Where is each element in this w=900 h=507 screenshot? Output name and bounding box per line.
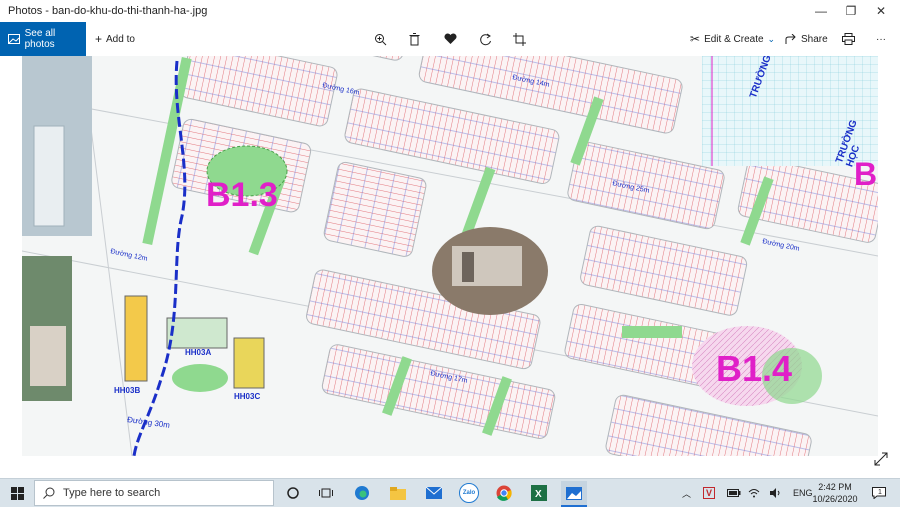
- photo-icon: [8, 34, 20, 44]
- svg-text:X: X: [535, 489, 542, 500]
- maximize-button[interactable]: ❐: [836, 0, 866, 22]
- add-to-label: Add to: [106, 33, 135, 45]
- clock[interactable]: 2:42 PM 10/26/2020: [810, 481, 860, 505]
- taskbar-search[interactable]: Type here to search: [34, 480, 274, 506]
- chevron-up-icon: ︿: [682, 488, 692, 499]
- task-view-button[interactable]: [313, 481, 339, 505]
- block-label-b14: B1.4: [716, 348, 793, 389]
- delete-button[interactable]: [409, 22, 420, 56]
- add-to-button[interactable]: + Add to: [95, 22, 135, 56]
- close-button[interactable]: ✕: [866, 0, 896, 22]
- mail-icon: [426, 487, 442, 499]
- rotate-button[interactable]: [479, 22, 492, 56]
- edge-icon: [355, 486, 369, 500]
- share-icon: [785, 33, 796, 44]
- zoom-button[interactable]: [374, 22, 387, 56]
- cortana-button[interactable]: [280, 481, 306, 505]
- edit-create-label: Edit & Create: [704, 33, 764, 45]
- more-icon: ···: [876, 33, 886, 45]
- battery-icon: [727, 489, 741, 497]
- action-center-button[interactable]: 1: [872, 479, 886, 507]
- taskbar-mail[interactable]: [421, 481, 447, 505]
- chevron-down-icon: ⌄: [767, 33, 776, 44]
- building-label-hh03c: HH03C: [234, 392, 261, 401]
- clock-time: 2:42 PM: [818, 482, 852, 492]
- task-view-icon: [319, 488, 333, 498]
- map-graphic: [22, 56, 878, 456]
- rotate-icon: [480, 33, 491, 45]
- window-title: Photos - ban-do-khu-do-thi-thanh-ha-.jpg: [8, 5, 208, 17]
- tray-antivirus[interactable]: V: [703, 479, 716, 507]
- trash-icon: [409, 32, 420, 45]
- share-button[interactable]: Share: [785, 22, 828, 56]
- crop-icon: [513, 32, 526, 46]
- photos-app-icon: [566, 486, 582, 500]
- block-label-b13: B1.3: [206, 176, 278, 214]
- hh03b-block: [124, 295, 148, 382]
- share-label: Share: [801, 33, 828, 45]
- chrome-icon: [496, 485, 512, 501]
- building-label-hh03b: HH03B: [114, 386, 141, 395]
- fullscreen-button[interactable]: [874, 452, 888, 469]
- favorite-button[interactable]: [444, 22, 457, 56]
- zalo-icon: Zalo: [459, 483, 479, 503]
- see-all-photos-label: See all photos: [24, 28, 56, 50]
- hh03c-block: [233, 337, 265, 389]
- taskbar-edge[interactable]: [349, 481, 375, 505]
- tray-volume[interactable]: [770, 479, 782, 507]
- hh03a-block: [166, 317, 228, 349]
- building-label-hh03a: HH03A: [185, 348, 212, 357]
- excel-icon: X: [531, 485, 547, 501]
- windows-icon: [10, 486, 24, 500]
- start-button[interactable]: [0, 479, 34, 507]
- minimize-button[interactable]: —: [806, 0, 836, 22]
- tray-battery[interactable]: [727, 479, 741, 507]
- map-image[interactable]: B1.3 B1.4 B HH03B HH03A HH03C TRƯỜNG HỌC…: [22, 56, 878, 456]
- taskbar-file-explorer[interactable]: [385, 481, 411, 505]
- taskbar-photos[interactable]: [561, 481, 587, 507]
- taskbar-excel[interactable]: X: [526, 481, 552, 505]
- edit-icon: ✂: [690, 32, 701, 46]
- print-button[interactable]: [842, 22, 855, 56]
- edit-create-button[interactable]: ✂ Edit & Create ⌄: [690, 22, 775, 56]
- more-button[interactable]: ···: [876, 22, 886, 56]
- notification-count: 1: [878, 488, 882, 496]
- taskbar-chrome[interactable]: [491, 481, 517, 505]
- cortana-icon: [287, 487, 299, 499]
- taskbar-zalo[interactable]: Zalo: [456, 481, 482, 505]
- zoom-icon: [375, 33, 387, 45]
- toolbar: See all photos + Add to ✂ Edit & Create …: [0, 22, 900, 56]
- clock-date: 10/26/2020: [812, 494, 858, 504]
- heart-icon: [444, 33, 457, 44]
- crop-button[interactable]: [513, 22, 526, 56]
- expand-icon: [874, 452, 888, 466]
- show-hidden-icons-button[interactable]: ︿: [682, 479, 691, 507]
- see-all-photos-button[interactable]: See all photos: [0, 22, 86, 56]
- taskbar: Type here to search Zalo X ︿ V ENG 2:42 …: [0, 478, 900, 507]
- search-icon: [43, 487, 55, 499]
- search-placeholder: Type here to search: [63, 487, 161, 499]
- title-bar: Photos - ban-do-khu-do-thi-thanh-ha-.jpg…: [0, 0, 900, 22]
- speaker-icon: [770, 488, 780, 498]
- antivirus-icon: V: [703, 487, 716, 499]
- folder-icon: [390, 486, 406, 500]
- plus-icon: +: [95, 32, 103, 46]
- block-label-b: B: [854, 156, 878, 192]
- tray-wifi[interactable]: [748, 479, 760, 507]
- printer-icon: [842, 33, 855, 45]
- wifi-icon: [748, 489, 760, 498]
